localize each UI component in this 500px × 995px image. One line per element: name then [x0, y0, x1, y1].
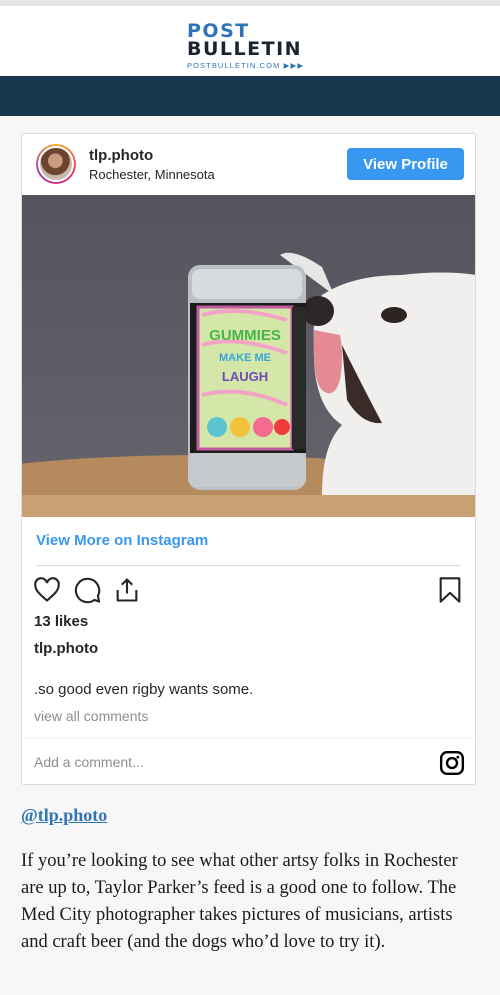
view-more-on-instagram-link[interactable]: View More on Instagram: [36, 532, 208, 549]
nav-bar: [0, 76, 500, 116]
instagram-handle-link[interactable]: @tlp.photo: [21, 805, 481, 826]
post-bulletin-logo[interactable]: POST BULLETIN POSTBULLETIN.COM ▶▶▶: [187, 22, 327, 71]
divider: [36, 565, 461, 566]
can-label-line-1: GUMMIES: [209, 327, 281, 344]
avatar-photo: [38, 146, 74, 182]
beer-can-illustration: GUMMIES MAKE ME LAUGH: [188, 265, 306, 490]
share-icon[interactable]: [113, 576, 141, 604]
post-caption: .so good even rigby wants some.: [34, 681, 254, 698]
comment-bar: Add a comment...: [22, 738, 475, 784]
heart-icon[interactable]: [33, 576, 61, 604]
can-label-line-2: MAKE ME: [219, 352, 271, 364]
caption-username[interactable]: tlp.photo: [34, 640, 98, 657]
comment-icon[interactable]: [74, 576, 102, 604]
embed-header: tlp.photo Rochester, Minnesota View Prof…: [22, 134, 475, 195]
comment-input[interactable]: Add a comment...: [34, 754, 144, 770]
profile-location[interactable]: Rochester, Minnesota: [89, 167, 215, 182]
article-section: @tlp.photo If you’re looking to see what…: [21, 805, 481, 956]
instagram-embed: tlp.photo Rochester, Minnesota View Prof…: [21, 133, 476, 785]
site-header: POST BULLETIN POSTBULLETIN.COM ▶▶▶: [0, 0, 500, 76]
post-photo[interactable]: GUMMIES MAKE ME LAUGH: [22, 195, 475, 517]
logo-word-bulletin: BULLETIN: [187, 38, 303, 60]
likes-count[interactable]: 13 likes: [34, 613, 88, 630]
avatar[interactable]: [36, 144, 76, 184]
post-actions: [33, 576, 463, 606]
view-all-comments-link[interactable]: view all comments: [34, 708, 148, 724]
view-profile-button[interactable]: View Profile: [347, 148, 464, 180]
instagram-icon[interactable]: [439, 750, 465, 776]
profile-username[interactable]: tlp.photo: [89, 147, 153, 164]
article-paragraph: If you’re looking to see what other arts…: [21, 851, 458, 952]
post-photo-illustration: GUMMIES MAKE ME LAUGH: [22, 252, 475, 517]
can-label-line-3: LAUGH: [222, 369, 268, 384]
bookmark-icon[interactable]: [437, 576, 463, 604]
logo-url: POSTBULLETIN.COM ▶▶▶: [187, 61, 305, 70]
